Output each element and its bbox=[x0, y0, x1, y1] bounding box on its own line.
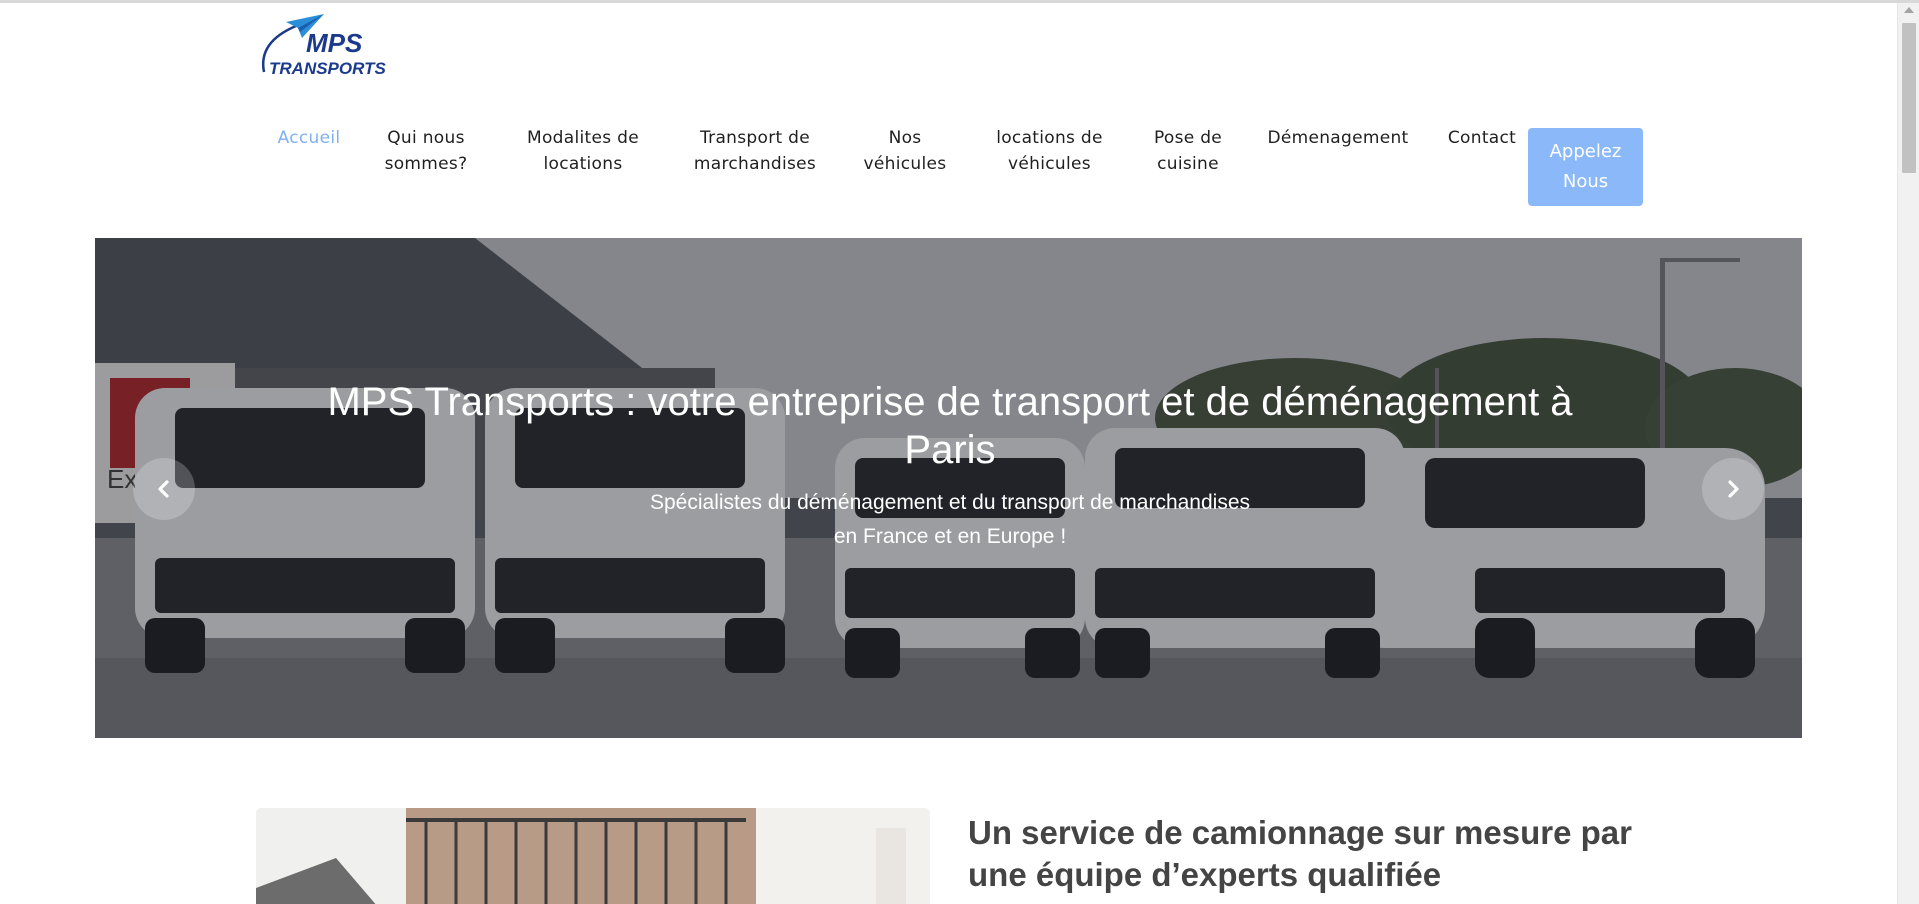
nav-item-nos-vehicules[interactable]: Nos véhicules bbox=[855, 125, 955, 177]
scrollbar-thumb[interactable] bbox=[1902, 23, 1916, 173]
call-us-label-line2: Nous bbox=[1562, 171, 1609, 192]
nav-label: Démenagement bbox=[1267, 128, 1409, 148]
nav-item-accueil[interactable]: Accueil bbox=[274, 125, 344, 151]
logo-text-transports: TRANSPORTS bbox=[269, 59, 386, 78]
nav-label: Transport de bbox=[699, 128, 811, 148]
site-logo[interactable]: MPS TRANSPORTS bbox=[256, 12, 386, 84]
nav-label: Accueil bbox=[277, 128, 341, 148]
slider-prev-button[interactable] bbox=[133, 458, 195, 520]
nav-label: Pose de bbox=[1153, 128, 1223, 148]
about-building-image bbox=[256, 808, 930, 904]
about-heading-line2: une équipe d’experts qualifiée bbox=[968, 856, 1442, 893]
nav-item-pose-de-cuisine[interactable]: Pose de cuisine bbox=[1140, 125, 1236, 177]
nav-label: Modalites de bbox=[527, 128, 639, 148]
about-heading: Un service de camionnage sur mesure par … bbox=[968, 812, 1668, 896]
building-photo bbox=[256, 808, 930, 904]
chevron-right-icon bbox=[1728, 480, 1739, 498]
call-us-button[interactable]: Appelez Nous bbox=[1528, 128, 1643, 206]
nav-label: véhicules bbox=[1008, 154, 1091, 174]
hero-subtitle: Spécialistes du déménagement et du trans… bbox=[649, 491, 1251, 548]
nav-item-demenagement[interactable]: Démenagement bbox=[1258, 125, 1418, 151]
nav-item-locations-de-vehicules[interactable]: locations de véhicules bbox=[982, 125, 1117, 177]
browser-top-border bbox=[0, 0, 1919, 3]
hero-slider: Expres bbox=[95, 238, 1802, 738]
hero-title: MPS Transports : votre entreprise de tra… bbox=[327, 380, 1573, 472]
nav-label: sommes? bbox=[384, 154, 468, 174]
about-heading-line1: Un service de camionnage sur mesure par bbox=[968, 814, 1632, 851]
nav-item-qui-nous-sommes[interactable]: Qui nous sommes? bbox=[376, 125, 476, 177]
nav-label: Qui nous bbox=[387, 128, 465, 148]
nav-item-contact[interactable]: Contact bbox=[1437, 125, 1527, 151]
paper-plane-icon: MPS TRANSPORTS bbox=[261, 14, 386, 78]
scroll-up-arrow-icon[interactable] bbox=[1904, 7, 1914, 13]
nav-label: cuisine bbox=[1157, 154, 1219, 174]
logo-text-mps: MPS bbox=[306, 28, 363, 58]
nav-item-transport-de-marchandises[interactable]: Transport de marchandises bbox=[680, 125, 830, 177]
slider-next-button[interactable] bbox=[1702, 458, 1764, 520]
nav-item-modalites-de-locations[interactable]: Modalites de locations bbox=[508, 125, 658, 177]
page-scrollbar[interactable] bbox=[1897, 3, 1919, 904]
chevron-left-icon bbox=[158, 480, 169, 498]
nav-label: locations de bbox=[996, 128, 1103, 148]
nav-label: locations bbox=[543, 154, 623, 174]
nav-label: Contact bbox=[1447, 128, 1517, 148]
nav-label: Nos bbox=[888, 128, 922, 148]
nav-label: marchandises bbox=[693, 154, 817, 174]
call-us-label-line1: Appelez bbox=[1549, 141, 1622, 162]
nav-label: véhicules bbox=[863, 154, 947, 174]
